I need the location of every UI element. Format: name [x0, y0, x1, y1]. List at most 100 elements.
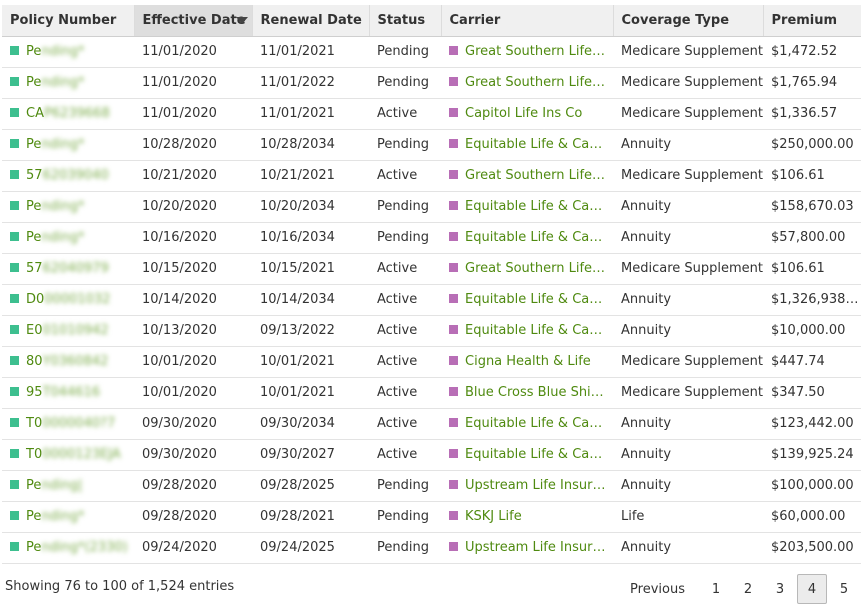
policy-number-cell[interactable]: Pending*(2330) [2, 532, 134, 564]
effective-date-cell: 11/01/2020 [134, 98, 252, 130]
policy-number-redacted: 01010942 [42, 323, 109, 338]
carrier-marker-icon [449, 387, 458, 396]
carrier-link[interactable]: Great Southern Life Insurance [465, 261, 607, 276]
policy-number-cell[interactable]: Pending* [2, 36, 134, 68]
status-cell: Active [369, 408, 441, 440]
policy-number-link[interactable]: 5762039040 [26, 168, 109, 183]
policy-number-cell[interactable]: Pending* [2, 191, 134, 223]
column-header-coverage-type[interactable]: Coverage Type [613, 5, 764, 37]
carrier-cell[interactable]: Cigna Health & Life [441, 346, 613, 378]
policy-number-link[interactable]: 95T044616 [26, 385, 100, 400]
policy-number-link[interactable]: Pending* [26, 230, 84, 245]
policy-number-cell[interactable]: 5762039040 [2, 160, 134, 192]
policy-number-cell[interactable]: D000001032 [2, 284, 134, 316]
premium-cell: $139,925.24 [763, 439, 861, 471]
column-header-renewal-date[interactable]: Renewal Date [252, 5, 370, 37]
table-row: Pending* 11/01/2020 11/01/2022 Pending Great… [2, 67, 861, 99]
carrier-marker-icon [449, 511, 458, 520]
page-button-3[interactable]: 3 [765, 574, 795, 604]
policy-number-link[interactable]: T00000040?7 [26, 416, 115, 431]
policy-number-link[interactable]: Pending| [26, 478, 82, 493]
carrier-marker-icon [449, 325, 458, 334]
carrier-cell[interactable]: Equitable Life & Casualty [441, 439, 613, 471]
carrier-link[interactable]: Blue Cross Blue Shield [465, 385, 607, 400]
policy-number-cell[interactable]: CAP6239668 [2, 98, 134, 130]
policy-number-cell[interactable]: E001010942 [2, 315, 134, 347]
previous-page-button[interactable]: Previous [622, 574, 693, 604]
carrier-cell[interactable]: Equitable Life & Casualty [441, 284, 613, 316]
carrier-link[interactable]: KSKJ Life [465, 509, 522, 524]
carrier-cell[interactable]: Great Southern Life Insurance [441, 36, 613, 68]
carrier-cell[interactable]: Equitable Life & Casualty [441, 408, 613, 440]
renewal-date-cell: 10/16/2034 [252, 222, 369, 254]
column-header-policy-number[interactable]: Policy Number [2, 5, 135, 37]
carrier-cell[interactable]: Equitable Life & Casualty [441, 191, 613, 223]
policy-number-link[interactable]: T00000123EJA [26, 447, 121, 462]
policy-number-link[interactable]: 80Y0360842 [26, 354, 108, 369]
table-row: 80Y0360842 10/01/2020 10/01/2021 Active Cign… [2, 346, 861, 378]
carrier-link[interactable]: Equitable Life & Casualty [465, 199, 607, 214]
policy-number-link[interactable]: Pending* [26, 75, 84, 90]
policy-number-cell[interactable]: Pending* [2, 501, 134, 533]
carrier-cell[interactable]: Equitable Life & Casualty [441, 129, 613, 161]
policy-number-cell[interactable]: Pending* [2, 222, 134, 254]
carrier-cell[interactable]: Equitable Life & Casualty [441, 315, 613, 347]
page-button-1[interactable]: 1 [701, 574, 731, 604]
status-cell: Active [369, 98, 441, 130]
carrier-cell[interactable]: Upstream Life Insurance [441, 532, 613, 564]
carrier-link[interactable]: Equitable Life & Casualty [465, 447, 607, 462]
effective-date-cell: 10/16/2020 [134, 222, 252, 254]
carrier-link[interactable]: Capitol Life Ins Co [465, 106, 582, 121]
column-header-effective-date[interactable]: Effective Date [134, 5, 253, 37]
policy-number-cell[interactable]: Pending* [2, 129, 134, 161]
policy-number-link[interactable]: E001010942 [26, 323, 109, 338]
carrier-cell[interactable]: Blue Cross Blue Shield [441, 377, 613, 409]
policy-marker-icon [10, 170, 19, 179]
policy-number-link[interactable]: Pending* [26, 199, 84, 214]
carrier-cell[interactable]: Capitol Life Ins Co [441, 98, 613, 130]
carrier-cell[interactable]: Equitable Life & Casualty [441, 222, 613, 254]
status-cell: Pending [369, 67, 441, 99]
carrier-cell[interactable]: Upstream Life Insurance [441, 470, 613, 502]
page-button-4-current[interactable]: 4 [797, 574, 827, 604]
policy-number-link[interactable]: D000001032 [26, 292, 110, 307]
policy-number-link[interactable]: Pending* [26, 509, 84, 524]
policy-number-cell[interactable]: 5762040979 [2, 253, 134, 285]
policy-number-cell[interactable]: Pending| [2, 470, 134, 502]
carrier-link[interactable]: Equitable Life & Casualty [465, 416, 607, 431]
carrier-marker-icon [449, 449, 458, 458]
carrier-cell[interactable]: Great Southern Life Insurance [441, 160, 613, 192]
carrier-link[interactable]: Equitable Life & Casualty [465, 323, 607, 338]
carrier-link[interactable]: Equitable Life & Casualty [465, 292, 607, 307]
policy-number-link[interactable]: Pending*(2330) [26, 540, 128, 555]
carrier-cell[interactable]: Great Southern Life Insurance [441, 253, 613, 285]
page-button-5[interactable]: 5 [829, 574, 859, 604]
policy-number-cell[interactable]: 95T044616 [2, 377, 134, 409]
table-header-row: Policy Number Effective Date Renewal Dat… [2, 5, 861, 37]
column-header-status[interactable]: Status [369, 5, 442, 37]
policy-number-redacted: nding* [41, 509, 85, 524]
policy-number-link[interactable]: Pending* [26, 137, 84, 152]
carrier-link[interactable]: Upstream Life Insurance [465, 540, 607, 555]
policy-number-link[interactable]: CAP6239668 [26, 106, 110, 121]
carrier-cell[interactable]: KSKJ Life [441, 501, 613, 533]
policy-number-link[interactable]: 5762040979 [26, 261, 109, 276]
carrier-link[interactable]: Great Southern Life Insurance [465, 168, 607, 183]
carrier-link[interactable]: Upstream Life Insurance [465, 478, 607, 493]
carrier-cell[interactable]: Great Southern Life Insurance [441, 67, 613, 99]
policy-number-prefix: E0 [26, 323, 43, 338]
column-header-carrier[interactable]: Carrier [441, 5, 614, 37]
carrier-link[interactable]: Equitable Life & Casualty [465, 137, 607, 152]
policy-number-link[interactable]: Pending* [26, 44, 84, 59]
carrier-link[interactable]: Great Southern Life Insurance [465, 44, 607, 59]
carrier-link[interactable]: Cigna Health & Life [465, 354, 591, 369]
page-button-2[interactable]: 2 [733, 574, 763, 604]
policy-number-cell[interactable]: 80Y0360842 [2, 346, 134, 378]
carrier-link[interactable]: Equitable Life & Casualty [465, 230, 607, 245]
policy-number-cell[interactable]: T00000040?7 [2, 408, 134, 440]
column-header-premium[interactable]: Premium [763, 5, 861, 37]
carrier-link[interactable]: Great Southern Life Insurance [465, 75, 607, 90]
policy-number-cell[interactable]: Pending* [2, 67, 134, 99]
policy-number-redacted: 00001032 [44, 292, 111, 307]
policy-number-cell[interactable]: T00000123EJA [2, 439, 134, 471]
